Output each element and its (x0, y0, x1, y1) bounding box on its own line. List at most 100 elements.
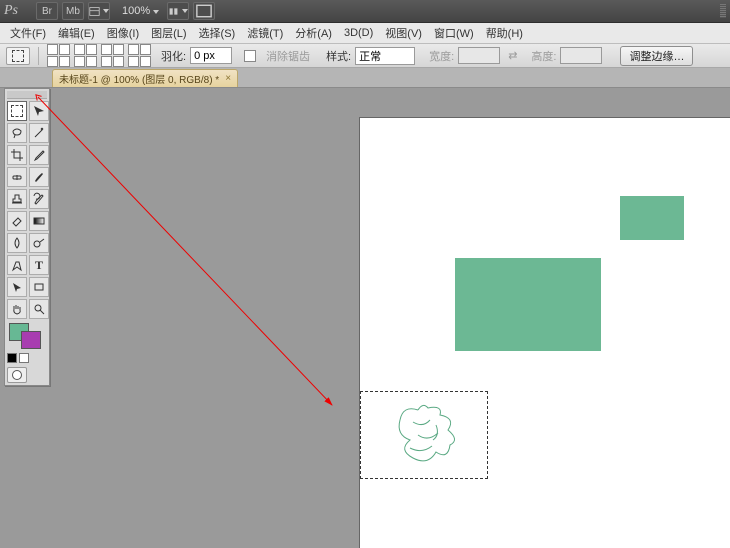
tool-path-select[interactable] (7, 277, 27, 297)
style-value: 正常 (359, 48, 381, 64)
menu-filter[interactable]: 滤镜(T) (241, 23, 289, 43)
minibridge-button[interactable]: Mb (62, 2, 84, 20)
tool-preset-button[interactable] (6, 47, 30, 65)
menu-help[interactable]: 帮助(H) (480, 23, 529, 43)
selection-mode-new[interactable] (47, 44, 70, 67)
tool-lasso[interactable] (7, 123, 27, 143)
tool-shape[interactable] (29, 277, 49, 297)
tool-marquee[interactable] (7, 101, 27, 121)
tool-move[interactable] (29, 101, 49, 121)
feather-label: 羽化: (161, 48, 186, 64)
background-color[interactable] (21, 331, 41, 349)
toolbox-grid: T (7, 101, 47, 319)
tool-type[interactable]: T (29, 255, 49, 275)
tool-dodge[interactable] (29, 233, 49, 253)
brush-icon (32, 170, 46, 184)
color-wells (7, 323, 47, 349)
close-icon[interactable]: × (225, 73, 231, 84)
document-tab[interactable]: 未标题-1 @ 100% (图层 0, RGB/8) * × (52, 69, 238, 87)
quickmask-button[interactable] (7, 367, 27, 383)
screenmode-icon (194, 1, 214, 21)
marquee-icon (12, 50, 24, 62)
menu-window[interactable]: 窗口(W) (428, 23, 480, 43)
arrange-icon (168, 6, 179, 17)
tool-crop[interactable] (7, 145, 27, 165)
tool-eraser[interactable] (7, 211, 27, 231)
panel-handle-icon[interactable] (720, 4, 726, 18)
default-colors[interactable] (7, 353, 47, 363)
style-select[interactable]: 正常 (355, 47, 415, 65)
healing-icon (10, 170, 24, 184)
move-icon (32, 104, 46, 118)
width-label: 宽度: (429, 48, 454, 64)
menu-file[interactable]: 文件(F) (4, 23, 52, 43)
tool-healing[interactable] (7, 167, 27, 187)
menu-analyze[interactable]: 分析(A) (289, 23, 338, 43)
layout-button[interactable] (88, 2, 110, 20)
tool-eyedropper[interactable] (29, 145, 49, 165)
zoom-display[interactable]: 100% (122, 5, 159, 17)
width-input (458, 47, 500, 64)
path-select-icon (10, 280, 24, 294)
toolbox-handle[interactable] (7, 91, 47, 99)
antialias-label: 消除锯齿 (266, 48, 310, 64)
dodge-icon (32, 236, 46, 250)
blur-icon (10, 236, 24, 250)
arrange-button[interactable] (167, 2, 189, 20)
toolbox: T (4, 88, 50, 386)
screenmode-button[interactable] (193, 2, 215, 20)
menu-view[interactable]: 视图(V) (379, 23, 428, 43)
feather-input[interactable]: 0 px (190, 47, 232, 64)
document-tab-title: 未标题-1 @ 100% (图层 0, RGB/8) * (59, 71, 219, 86)
refine-edge-button[interactable]: 调整边缘… (620, 46, 693, 66)
tool-brush[interactable] (29, 167, 49, 187)
tool-blur[interactable] (7, 233, 27, 253)
antialias-checkbox (244, 50, 256, 62)
tool-zoom[interactable] (29, 299, 49, 319)
separator (38, 47, 39, 65)
gradient-icon (32, 214, 46, 228)
tool-gradient[interactable] (29, 211, 49, 231)
tool-stamp[interactable] (7, 189, 27, 209)
menu-image[interactable]: 图像(I) (101, 23, 145, 43)
crop-icon (10, 148, 24, 162)
history-brush-icon (32, 192, 46, 206)
type-icon: T (35, 258, 43, 273)
app-bar: Ps Br Mb 100% (0, 0, 730, 23)
wand-icon (32, 126, 46, 140)
shape-rectangle-small (620, 196, 684, 240)
layout-icon (89, 6, 100, 17)
tool-pen[interactable] (7, 255, 27, 275)
swap-icon: ⇄ (508, 49, 517, 62)
freehand-scribble (388, 400, 468, 472)
menu-select[interactable]: 选择(S) (193, 23, 242, 43)
pen-icon (10, 258, 24, 272)
options-bar: 羽化: 0 px 消除锯齿 样式: 正常 宽度: ⇄ 高度: 调整边缘… (0, 44, 730, 68)
shape-rectangle-large (455, 258, 601, 351)
selection-mode-intersect[interactable] (128, 44, 151, 67)
selection-mode-add[interactable] (74, 44, 97, 67)
mb-label: Mb (66, 6, 80, 17)
stamp-icon (10, 192, 24, 206)
eraser-icon (10, 214, 24, 228)
bridge-button[interactable]: Br (36, 2, 58, 20)
tool-magic-wand[interactable] (29, 123, 49, 143)
canvas-area (55, 88, 726, 535)
menu-edit[interactable]: 编辑(E) (52, 23, 101, 43)
height-label: 高度: (531, 48, 556, 64)
selection-mode-subtract[interactable] (101, 44, 124, 67)
tool-hand[interactable] (7, 299, 27, 319)
app-logo: Ps (4, 3, 18, 19)
menu-layer[interactable]: 图层(L) (145, 23, 192, 43)
menu-3d[interactable]: 3D(D) (338, 25, 379, 41)
lasso-icon (10, 126, 24, 140)
document-canvas[interactable] (360, 118, 730, 548)
hand-icon (10, 302, 24, 316)
menu-bar: 文件(F) 编辑(E) 图像(I) 图层(L) 选择(S) 滤镜(T) 分析(A… (0, 23, 730, 44)
eyedropper-icon (32, 148, 46, 162)
shape-icon (32, 280, 46, 294)
document-tab-strip: 未标题-1 @ 100% (图层 0, RGB/8) * × (0, 68, 730, 88)
tool-history-brush[interactable] (29, 189, 49, 209)
bridge-label: Br (42, 6, 52, 17)
marquee-tool-icon (11, 105, 23, 117)
